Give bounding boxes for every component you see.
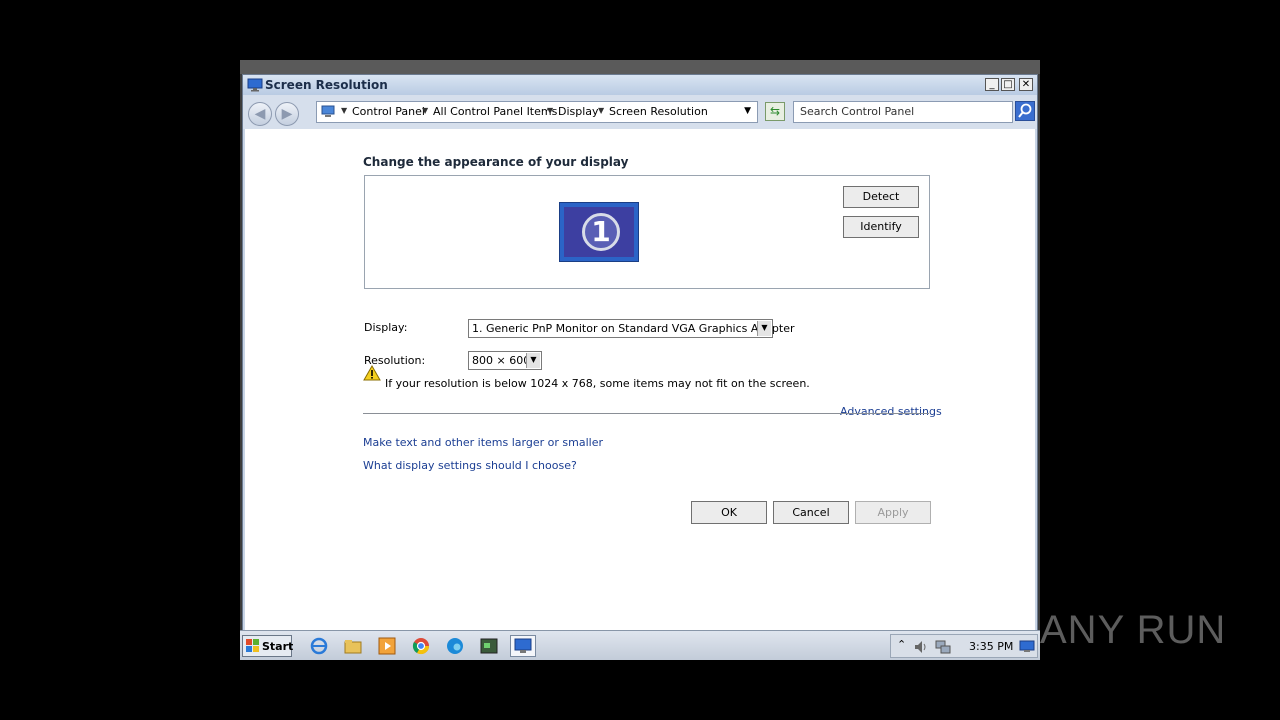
display-icon xyxy=(247,78,263,92)
chrome-icon[interactable] xyxy=(412,637,430,655)
network-icon[interactable] xyxy=(935,639,951,655)
window-title: Screen Resolution xyxy=(265,78,388,92)
volume-icon[interactable] xyxy=(913,639,929,655)
refresh-button[interactable]: ⇆ xyxy=(765,102,785,121)
taskbar: Start ⌃ 3:35 PM xyxy=(240,630,1040,660)
text-size-link[interactable]: Make text and other items larger or smal… xyxy=(363,436,603,449)
breadcrumb-screen-resolution[interactable]: Screen Resolution xyxy=(609,105,708,118)
breadcrumb-control-panel[interactable]: Control Panel xyxy=(352,105,425,118)
warning-icon xyxy=(363,365,381,381)
maximize-button[interactable]: □ xyxy=(1001,78,1015,91)
ok-button[interactable]: OK xyxy=(691,501,767,524)
resolution-select-value: 800 × 600 xyxy=(472,354,531,367)
breadcrumb-separator-icon[interactable]: ▼ xyxy=(547,106,553,115)
page-title: Change the appearance of your display xyxy=(363,155,629,169)
desktop-background xyxy=(240,60,1040,74)
anyrun-watermark: ANY RUN xyxy=(1040,608,1226,653)
chevron-down-icon[interactable]: ▼ xyxy=(526,353,540,368)
display-select[interactable]: 1. Generic PnP Monitor on Standard VGA G… xyxy=(468,319,795,338)
breadcrumb-separator-icon[interactable]: ▼ xyxy=(422,106,428,115)
start-label: Start xyxy=(262,640,294,653)
edge-icon[interactable] xyxy=(446,637,464,655)
search-input[interactable]: Search Control Panel xyxy=(793,101,1013,123)
address-bar[interactable]: ▼ Control Panel ▼ All Control Panel Item… xyxy=(316,101,758,123)
close-button[interactable]: ✕ xyxy=(1019,78,1033,91)
monitor-number: 1 xyxy=(582,213,620,251)
monitor-1-tile[interactable]: 1 xyxy=(559,202,639,262)
display-select-value: 1. Generic PnP Monitor on Standard VGA G… xyxy=(472,322,795,335)
content-pane: Change the appearance of your display 1 … xyxy=(245,129,1035,631)
identify-button[interactable]: Identify xyxy=(843,216,919,238)
internet-explorer-icon[interactable] xyxy=(310,637,328,655)
title-bar[interactable]: Screen Resolution _ □ ✕ xyxy=(243,75,1037,95)
breadcrumb-separator-icon[interactable]: ▼ xyxy=(341,106,347,115)
clock[interactable]: 3:35 PM xyxy=(969,640,1013,653)
detect-button[interactable]: Detect xyxy=(843,186,919,208)
breadcrumb-separator-icon[interactable]: ▼ xyxy=(598,106,604,115)
show-desktop-icon[interactable] xyxy=(1019,640,1035,653)
windows-logo-icon xyxy=(246,639,259,652)
control-panel-icon xyxy=(321,105,335,117)
search-icon xyxy=(1018,103,1032,118)
monitor-screen: 1 xyxy=(564,207,634,257)
chevron-up-icon[interactable]: ⌃ xyxy=(897,638,906,651)
display-help-link[interactable]: What display settings should I choose? xyxy=(363,459,577,472)
desktop: Screen Resolution _ □ ✕ ◀ ▶ ▼ Control Pa… xyxy=(240,60,1040,660)
screen-resolution-window: Screen Resolution _ □ ✕ ◀ ▶ ▼ Control Pa… xyxy=(242,74,1038,632)
start-button[interactable]: Start xyxy=(242,635,294,657)
breadcrumb-all-items[interactable]: All Control Panel Items xyxy=(433,105,557,118)
cancel-button[interactable]: Cancel xyxy=(773,501,849,524)
chevron-down-icon[interactable]: ▼ xyxy=(757,321,771,336)
divider xyxy=(363,413,929,414)
resolution-warning: If your resolution is below 1024 x 768, … xyxy=(385,377,810,390)
breadcrumb-display[interactable]: Display xyxy=(558,105,599,118)
back-button[interactable]: ◀ xyxy=(248,102,272,126)
chevron-down-icon[interactable]: ▼ xyxy=(744,106,751,116)
system-tray: ⌃ 3:35 PM xyxy=(890,634,1038,658)
advanced-settings-link[interactable]: Advanced settings xyxy=(840,405,942,418)
terminal-icon[interactable] xyxy=(480,637,498,655)
apply-button[interactable]: Apply xyxy=(855,501,931,524)
minimize-button[interactable]: _ xyxy=(985,78,999,91)
display-label: Display: xyxy=(364,321,408,334)
display-preview: 1 Detect Identify xyxy=(364,175,930,289)
navigation-bar: ◀ ▶ ▼ Control Panel ▼ All Control Panel … xyxy=(243,95,1037,129)
folder-icon[interactable] xyxy=(344,637,362,655)
forward-button[interactable]: ▶ xyxy=(275,102,299,126)
search-button[interactable] xyxy=(1015,101,1035,121)
resolution-select[interactable]: 800 × 600 ▼ xyxy=(468,351,542,370)
media-player-icon[interactable] xyxy=(378,637,396,655)
watermark-text: ANY RUN xyxy=(1040,608,1227,652)
display-settings-icon[interactable] xyxy=(510,635,536,657)
